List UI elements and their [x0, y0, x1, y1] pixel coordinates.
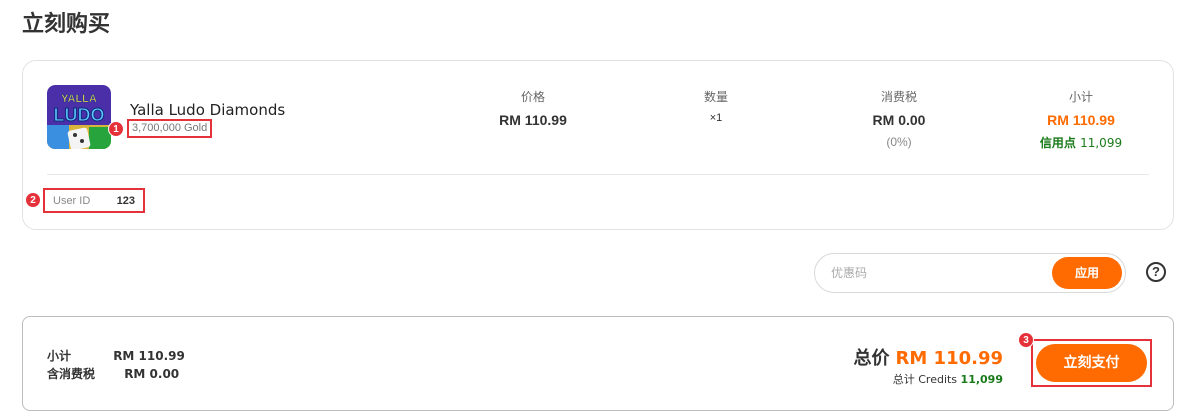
total-credits-label: 总计 Credits — [892, 373, 958, 386]
user-id-field: User ID 123 — [43, 188, 145, 213]
tax-rate: (0%) — [886, 135, 912, 149]
summary-subtotal-label: 小计 — [47, 349, 72, 363]
coupon-field: 应用 — [814, 253, 1126, 293]
summary-tax-value: RM 0.00 — [124, 367, 180, 381]
svg-text:YALLA: YALLA — [61, 93, 97, 105]
coupon-input[interactable] — [831, 254, 1051, 292]
tax-header: 消费税 — [880, 90, 917, 104]
annotation-marker-1: 1 — [108, 121, 124, 137]
total-credits-value: 11,099 — [960, 373, 1003, 386]
apply-coupon-button[interactable]: 应用 — [1052, 257, 1122, 289]
summary-subtotal-value: RM 110.99 — [113, 349, 185, 363]
yalla-ludo-logo-icon: YALLA LUDO — [47, 85, 111, 149]
total-label: 总价 — [853, 348, 890, 369]
product-variant: 3,700,000 Gold — [127, 119, 213, 138]
pay-now-button[interactable]: 立刻支付 — [1036, 344, 1147, 382]
order-item-card: YALLA LUDO Yalla Ludo Diamonds 3,700,000… — [22, 60, 1174, 230]
quantity-value: ×1 — [709, 112, 723, 124]
credits-earned: 信用点 11,099 — [1021, 134, 1141, 151]
subtotal-value: RM 110.99 — [1047, 112, 1115, 128]
tax-value: RM 0.00 — [872, 112, 926, 128]
summary-subtotal-row: 小计 RM 110.99 — [47, 347, 185, 364]
question-circle-icon[interactable]: ? — [1146, 262, 1166, 282]
product-name: Yalla Ludo Diamonds — [130, 101, 286, 119]
annotation-marker-3: 3 — [1018, 332, 1034, 348]
subtotal-header: 小计 — [1068, 90, 1093, 104]
product-image: YALLA LUDO — [47, 85, 111, 149]
quantity-header: 数量 — [703, 90, 728, 104]
total-price: 总价 RM 110.99 — [854, 344, 1004, 370]
order-summary-card: 小计 RM 110.99 含消费税 RM 0.00 总价 RM 110.99 总计… — [22, 316, 1174, 411]
pay-now-highlight: 立刻支付 — [1031, 339, 1152, 387]
price-value: RM 110.99 — [499, 112, 567, 128]
credits-value: 11,099 — [1080, 136, 1123, 150]
summary-tax-label: 含消费税 — [47, 367, 96, 381]
total-credits: 总计 Credits 11,099 — [893, 371, 1003, 387]
card-divider — [47, 174, 1149, 175]
user-id-label: User ID — [53, 194, 91, 207]
user-id-value: 123 — [116, 194, 135, 207]
page-title: 立刻购买 — [22, 12, 111, 37]
total-value: RM 110.99 — [895, 348, 1004, 369]
annotation-marker-2: 2 — [25, 192, 41, 208]
svg-text:LUDO: LUDO — [54, 105, 105, 125]
summary-tax-row: 含消费税 RM 0.00 — [47, 365, 179, 382]
price-header: 价格 — [520, 90, 545, 104]
credits-label: 信用点 — [1039, 136, 1076, 150]
